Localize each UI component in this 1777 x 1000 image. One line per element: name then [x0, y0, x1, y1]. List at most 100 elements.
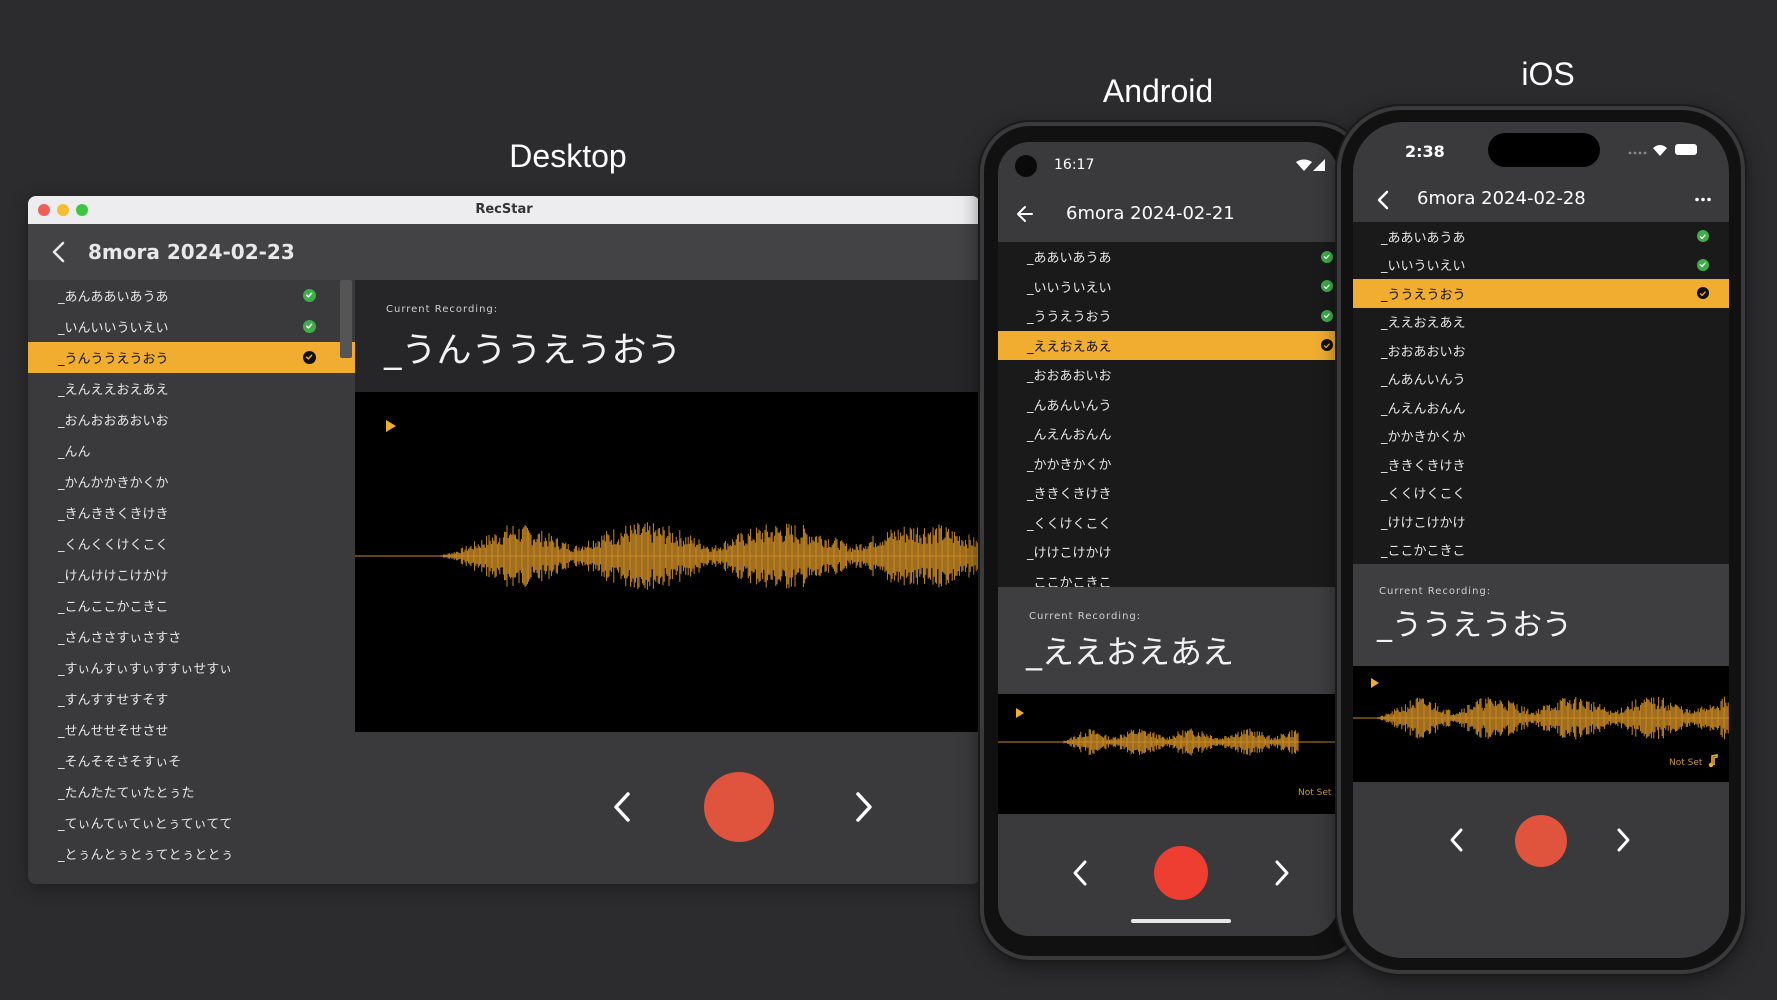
list-item[interactable]: _ううえうおう — [1353, 279, 1729, 308]
list-item[interactable]: _ああいあうあ — [1353, 222, 1729, 251]
list-item[interactable]: _せんせせそせさせ — [28, 714, 355, 745]
next-button[interactable] — [1615, 826, 1633, 854]
list-item[interactable]: _うんううえうおう — [28, 342, 355, 373]
list-item[interactable]: _ここかこきこ — [1353, 536, 1729, 565]
list-item[interactable]: _おんおおあおいお — [28, 404, 355, 435]
list-item[interactable]: _いいういえい — [998, 272, 1338, 302]
chevron-left-icon[interactable] — [1377, 190, 1389, 210]
list-item[interactable]: _んえんおんん — [1353, 393, 1729, 422]
check-circle-icon — [303, 289, 316, 302]
list-item[interactable]: _かかきかくか — [1353, 422, 1729, 451]
record-button[interactable] — [1515, 815, 1567, 867]
list-item-label: _かかきかくか — [1381, 430, 1466, 446]
list-item[interactable]: _そんそそさそすぃそ — [28, 745, 355, 776]
list-item[interactable]: _けけこけかけ — [998, 537, 1338, 567]
ios-app-bar: 6mora 2024-02-28 — [1353, 178, 1729, 222]
list-item[interactable]: _んあんいんう — [998, 390, 1338, 420]
record-button[interactable] — [704, 772, 774, 842]
window-title: RecStar — [475, 202, 533, 217]
list-item-label: _せんせせそせさせ — [58, 724, 169, 739]
check-circle-icon — [1321, 309, 1333, 322]
list-item[interactable]: _ああいあうあ — [998, 242, 1338, 272]
dynamic-island — [1488, 133, 1600, 167]
next-button[interactable] — [852, 790, 876, 824]
list-item-label: _えんええおえあえ — [58, 383, 169, 398]
chevron-left-icon — [52, 241, 65, 263]
current-recording-label: Current Recording: — [1029, 611, 1142, 622]
list-item[interactable]: _かんかかきかくか — [28, 466, 355, 497]
wifi-icon — [1653, 145, 1667, 156]
list-item[interactable]: _てぃんてぃてぃとぅてぃてて — [28, 807, 355, 838]
list-item[interactable]: _たんたたてぃたとぅた — [28, 776, 355, 807]
gesture-bar[interactable] — [1131, 919, 1231, 923]
ios-status-bar: 2:38 — [1353, 122, 1729, 178]
check-circle-icon — [1697, 258, 1709, 271]
list-item-label: _いんいいういえい — [58, 321, 169, 336]
current-recording-text: _うんううえうおう — [384, 331, 682, 371]
waveform — [998, 728, 1338, 756]
list-item-label: _ええおえあえ — [1027, 339, 1112, 355]
list-item[interactable]: _ううえうおう — [998, 301, 1338, 331]
list-item-label: _てぃんてぃてぃとぅてぃてて — [58, 817, 233, 832]
next-button[interactable] — [1272, 858, 1292, 888]
list-item[interactable]: _くんくくけくこく — [28, 528, 355, 559]
music-note-icon[interactable] — [1708, 754, 1718, 768]
list-item[interactable]: _とぅんとぅとぅてとぅととぅ — [28, 838, 355, 869]
previous-button[interactable] — [1447, 826, 1465, 854]
list-item-label: _んえんおんん — [1381, 401, 1466, 417]
arrow-back-icon[interactable] — [1016, 205, 1034, 223]
list-item[interactable]: _ききくきけき — [998, 478, 1338, 508]
list-scrollbar[interactable] — [340, 280, 352, 358]
list-item[interactable]: _けけこけかけ — [1353, 507, 1729, 536]
list-item[interactable]: _かかきかくか — [998, 449, 1338, 479]
waveform-panel: Not Set — [998, 694, 1338, 814]
list-item-label: _ここかこきこ — [1027, 575, 1112, 587]
list-item[interactable]: _ええおえあえ — [998, 330, 1338, 360]
list-item[interactable]: _いんいいういえい — [28, 311, 355, 342]
list-item-label: _けけこけかけ — [1381, 515, 1466, 531]
list-item[interactable]: _んん — [28, 435, 355, 466]
more-icon[interactable] — [1695, 197, 1711, 202]
list-item[interactable]: _ここかこきこ — [998, 567, 1338, 587]
sentence-list: _ああいあうあ _いいういえい _ううえうおう _ええおえあえ _おおあおいお _んあんい… — [1353, 222, 1729, 564]
list-item-label: _ううえうおう — [1381, 287, 1466, 303]
list-item[interactable]: _んあんいんう — [1353, 365, 1729, 394]
list-item[interactable]: _けんけけこけかけ — [28, 559, 355, 590]
list-item[interactable]: _えんええおえあえ — [28, 373, 355, 404]
list-item-label: _すぃんすぃすぃすすぃせすぃ — [58, 662, 232, 677]
list-item[interactable]: _おおあおいお — [1353, 336, 1729, 365]
list-item[interactable]: _ええおえあえ — [1353, 308, 1729, 337]
desktop-window: RecStar 8mora 2024-02-23 _あんああいあうあ _いんいいう… — [28, 196, 980, 884]
previous-button[interactable] — [610, 790, 634, 824]
list-item-label: _たんたたてぃたとぅた — [58, 786, 195, 801]
list-item[interactable]: _くくけくこく — [998, 508, 1338, 538]
list-item[interactable]: _おおあおいお — [998, 360, 1338, 390]
control-panel — [355, 732, 980, 884]
previous-button[interactable] — [1070, 858, 1090, 888]
list-item[interactable]: _すんすすせすそす — [28, 683, 355, 714]
list-item[interactable]: _あんああいあうあ — [28, 280, 355, 311]
current-recording-label: Current Recording: — [1379, 586, 1492, 597]
list-item[interactable]: _くくけくこく — [1353, 479, 1729, 508]
list-item-label: _けけこけかけ — [1027, 546, 1112, 562]
list-item[interactable]: _すぃんすぃすぃすすぃせすぃ — [28, 652, 355, 683]
record-button[interactable] — [1154, 846, 1208, 900]
list-item[interactable]: _こんここかこきこ — [28, 590, 355, 621]
list-item-label: _くくけくこく — [1027, 516, 1112, 532]
list-item-label: _いいういえい — [1027, 280, 1112, 296]
list-item-label: _おんおおあおいお — [58, 414, 169, 429]
status-time: 16:17 — [1054, 157, 1095, 173]
session-title: 6mora 2024-02-28 — [1417, 188, 1586, 209]
list-item[interactable]: _んえんおんん — [998, 419, 1338, 449]
status-time: 2:38 — [1405, 142, 1445, 161]
camera-cutout — [1015, 155, 1037, 177]
list-item[interactable]: _さんささすぃさすさ — [28, 621, 355, 652]
list-item[interactable]: _いいういえい — [1353, 251, 1729, 280]
list-item[interactable]: _きんききくきけき — [28, 497, 355, 528]
back-button[interactable] — [28, 224, 88, 280]
list-item-label: _ききくきけき — [1027, 487, 1112, 503]
app-bar: 8mora 2024-02-23 — [28, 224, 980, 280]
list-item[interactable]: _ききくきけき — [1353, 450, 1729, 479]
list-item-label: _こんここかこきこ — [58, 600, 169, 615]
sentence-list: _あんああいあうあ _いんいいういえい _うんううえうおう _えんええおえあえ _おんお… — [28, 280, 355, 884]
